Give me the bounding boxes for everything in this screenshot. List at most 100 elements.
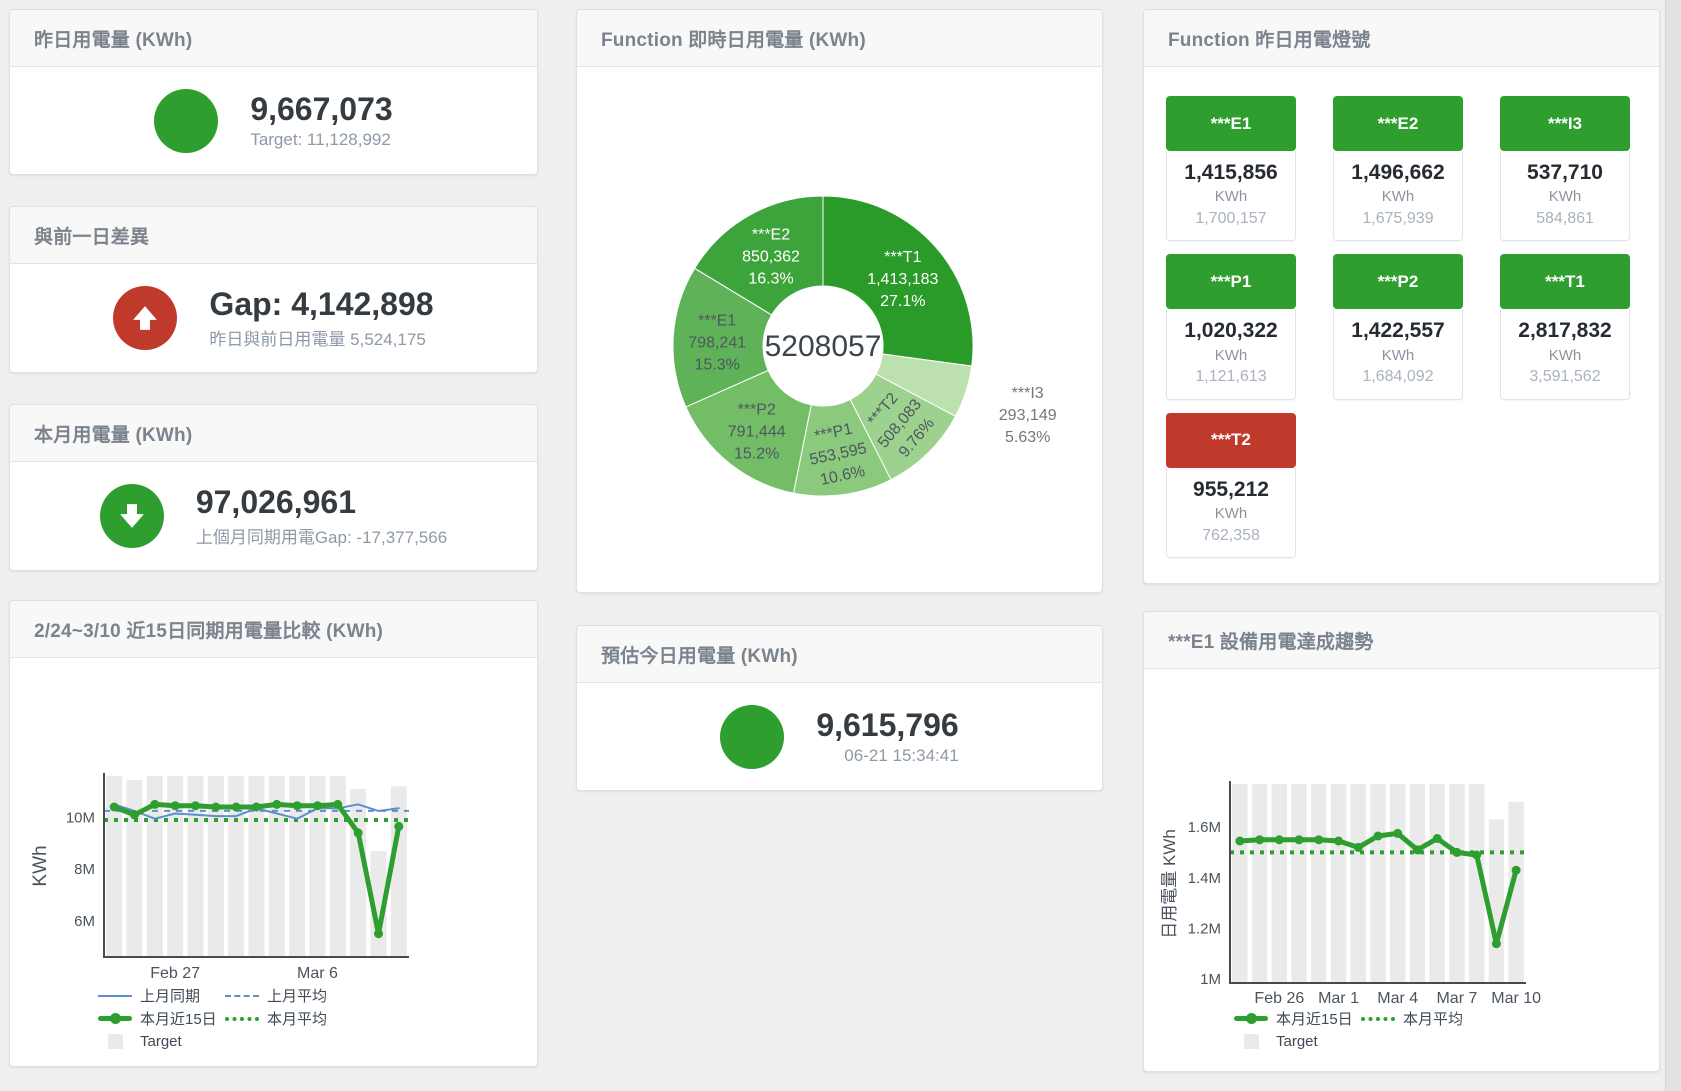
legend-item-上月平均[interactable]: 上月平均 [225, 985, 327, 1006]
target-bar[interactable] [1252, 784, 1267, 983]
series-marker[interactable] [1393, 829, 1402, 838]
legend-swatch-dot-green-icon [225, 1017, 259, 1021]
target-bar[interactable] [1351, 784, 1366, 983]
panel-compare15-chart: 2/24~3/10 近15日同期用電量比較 (KWh) 6M8M10MFeb 2… [9, 600, 538, 1067]
target-bar[interactable] [1370, 784, 1385, 983]
legend-item-Target[interactable]: Target [1234, 1033, 1318, 1050]
panel-realtime-donut: Function 即時日用電量 (KWh) ***T11,413,18327.1… [576, 9, 1103, 593]
series-marker[interactable] [1354, 843, 1363, 852]
light-tile-P1[interactable]: ***P11,020,322KWh1,121,613 [1166, 254, 1296, 399]
series-marker[interactable] [272, 800, 281, 809]
series-marker[interactable] [354, 828, 363, 837]
series-marker[interactable] [1472, 851, 1481, 860]
realtime-donut-chart[interactable]: ***T11,413,18327.1%***I3293,1495.63%***T… [577, 67, 1102, 592]
series-marker[interactable] [1452, 848, 1461, 857]
light-tile-T1[interactable]: ***T12,817,832KWh3,591,562 [1500, 254, 1630, 399]
target-bar[interactable] [1489, 820, 1504, 984]
target-bar[interactable] [1331, 784, 1346, 983]
series-marker[interactable] [293, 801, 302, 810]
series-marker[interactable] [1255, 835, 1264, 844]
series-marker[interactable] [1235, 837, 1244, 846]
series-marker[interactable] [1275, 835, 1284, 844]
tile-body: 955,212KWh762,358 [1166, 468, 1296, 558]
series-marker[interactable] [130, 810, 139, 819]
svg-text:1,413,183: 1,413,183 [867, 271, 938, 288]
series-marker[interactable] [333, 800, 342, 809]
target-bar[interactable] [1410, 784, 1425, 983]
light-tile-E1[interactable]: ***E11,415,856KWh1,700,157 [1166, 96, 1296, 241]
series-marker[interactable] [211, 803, 220, 812]
series-marker[interactable] [313, 801, 322, 810]
y-tick-label: 8M [74, 861, 95, 878]
series-marker[interactable] [191, 801, 200, 810]
target-bar[interactable] [350, 789, 366, 957]
series-marker[interactable] [232, 803, 241, 812]
panel-header: Function 即時日用電量 (KWh) [577, 10, 1102, 67]
series-marker[interactable] [110, 803, 119, 812]
series-marker[interactable] [171, 801, 180, 810]
arrow-down-circle-icon [100, 484, 164, 548]
panel-title: Function 昨日用電燈號 [1168, 25, 1370, 52]
light-tile-I3[interactable]: ***I3537,710KWh584,861 [1500, 96, 1630, 241]
panel-title: 與前一日差異 [34, 222, 149, 249]
y-tick-label: 1.2M [1188, 920, 1221, 937]
panel-e1-trend: ***E1 設備用電達成趨勢 1M1.2M1.4M1.6MFeb 26Mar 1… [1143, 611, 1660, 1072]
target-bar[interactable] [1232, 784, 1247, 983]
light-tile-T2[interactable]: ***T2955,212KWh762,358 [1166, 413, 1296, 558]
series-marker[interactable] [1295, 835, 1304, 844]
series-marker[interactable] [1433, 834, 1442, 843]
stat-value: 9,615,796 [816, 707, 958, 744]
tile-unit: KWh [1169, 186, 1293, 208]
series-marker[interactable] [394, 822, 403, 831]
target-bar[interactable] [1291, 784, 1306, 983]
series-marker[interactable] [1374, 832, 1383, 841]
legend-item-Target[interactable]: Target [98, 1033, 182, 1050]
legend-item-上月同期[interactable]: 上月同期 [98, 985, 225, 1006]
series-marker[interactable] [150, 800, 159, 809]
target-bar[interactable] [1430, 784, 1445, 983]
tile-status-header: ***E2 [1333, 96, 1463, 151]
y-tick-label: 6M [74, 913, 95, 930]
tile-target-value: 584,861 [1503, 208, 1627, 230]
series-marker[interactable] [1314, 835, 1323, 844]
tile-target-value: 3,591,562 [1503, 366, 1627, 388]
series-marker[interactable] [374, 929, 383, 938]
legend-item-本月近15日[interactable]: 本月近15日 [1234, 1008, 1361, 1029]
series-marker[interactable] [252, 803, 261, 812]
legend-swatch-thick-green-icon [98, 1016, 132, 1021]
panel-header: 預估今日用電量 (KWh) [577, 626, 1102, 683]
scrollbar-track[interactable] [1665, 0, 1681, 1091]
stat-subtext: 上個月同期用電Gap: -17,377,566 [196, 523, 447, 548]
light-tile-P2[interactable]: ***P21,422,557KWh1,684,092 [1333, 254, 1463, 399]
tile-target-value: 1,121,613 [1169, 366, 1293, 388]
legend-item-本月平均[interactable]: 本月平均 [225, 1008, 327, 1029]
y-tick-label: 1.6M [1188, 819, 1221, 836]
tile-unit: KWh [1503, 345, 1627, 367]
legend-label: 本月平均 [1403, 1008, 1463, 1029]
series-marker[interactable] [1334, 837, 1343, 846]
target-bar[interactable] [1390, 784, 1405, 983]
target-bar[interactable] [1272, 784, 1287, 983]
target-bar[interactable] [127, 780, 143, 957]
tile-value: 537,710 [1503, 160, 1627, 186]
legend-label: 本月近15日 [1276, 1008, 1353, 1029]
tile-unit: KWh [1336, 186, 1460, 208]
legend-label: 本月近15日 [140, 1008, 217, 1029]
tile-status-header: ***T1 [1500, 254, 1630, 309]
target-bar[interactable] [1449, 784, 1464, 983]
light-tiles: ***E11,415,856KWh1,700,157 ***E21,496,662… [1166, 96, 1630, 558]
y-axis-title: 日用電量 KWh [1160, 829, 1179, 939]
series-marker[interactable] [1512, 866, 1521, 875]
panel-header: ***E1 設備用電達成趨勢 [1144, 612, 1659, 669]
panel-title: 2/24~3/10 近15日同期用電量比較 (KWh) [34, 616, 383, 643]
stat-value: 9,667,073 [250, 91, 392, 128]
stat: Gap: 4,142,898 昨日與前日用電量 5,524,175 [113, 286, 433, 351]
legend-swatch-dash-blue-icon [225, 995, 259, 997]
legend-item-本月近15日[interactable]: 本月近15日 [98, 1008, 225, 1029]
target-bar[interactable] [391, 786, 407, 957]
series-marker[interactable] [1413, 845, 1422, 854]
light-tile-E2[interactable]: ***E21,496,662KWh1,675,939 [1333, 96, 1463, 241]
series-marker[interactable] [1492, 939, 1501, 948]
legend-item-本月平均[interactable]: 本月平均 [1361, 1008, 1463, 1029]
target-bar[interactable] [1311, 784, 1326, 983]
